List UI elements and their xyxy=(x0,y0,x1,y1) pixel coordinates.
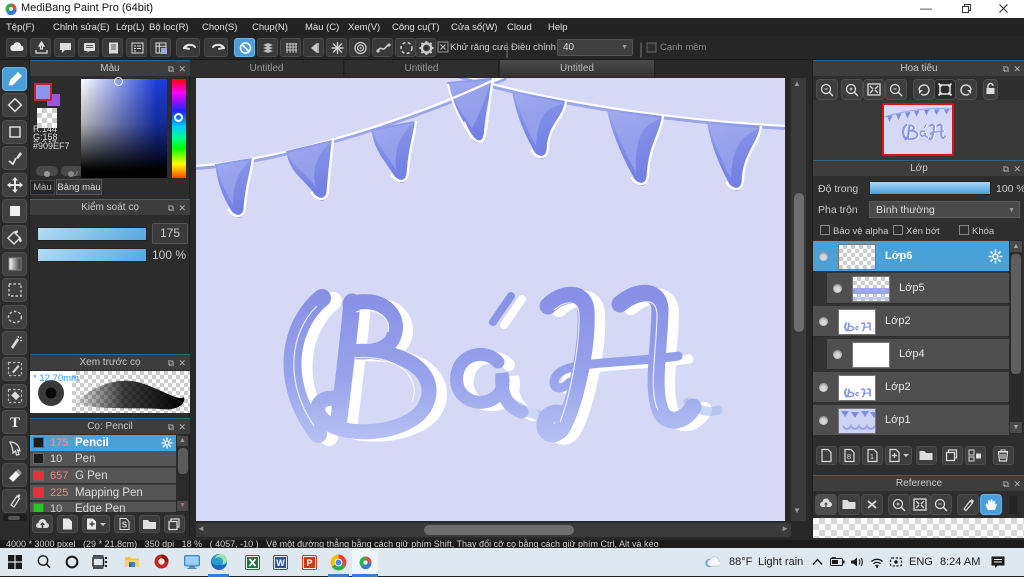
svg-text:P: P xyxy=(306,558,312,568)
svg-text:W: W xyxy=(276,558,285,568)
svg-text:1: 1 xyxy=(870,452,874,461)
svg-text:S: S xyxy=(122,521,128,530)
svg-text:T: T xyxy=(10,415,20,431)
svg-text:8: 8 xyxy=(847,452,851,461)
